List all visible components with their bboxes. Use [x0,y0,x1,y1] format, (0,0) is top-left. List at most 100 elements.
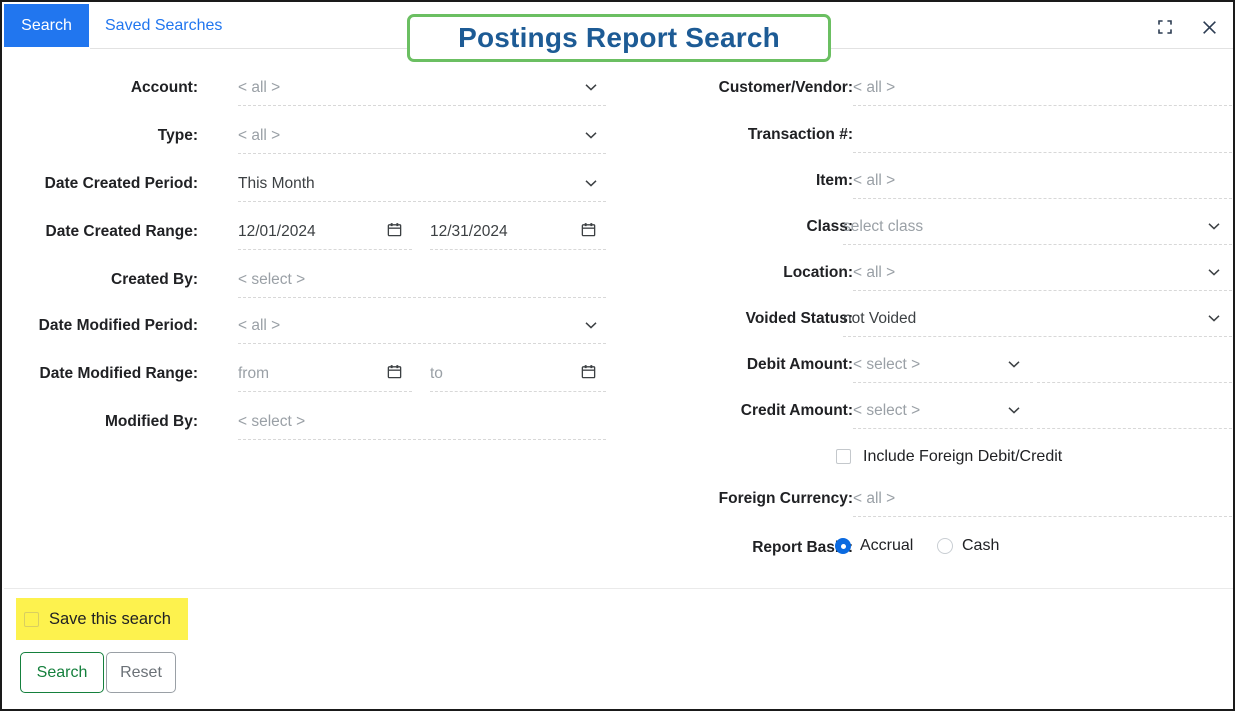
field-row-account: Account: < all > [2,76,622,120]
label-date-created-period: Date Created Period: [44,175,198,192]
field-row-include-foreign: Include Foreign Debit/Credit [622,448,1233,492]
calendar-icon[interactable] [580,363,598,381]
field-row-customer-vendor: Customer/Vendor: < all > [622,76,1233,120]
search-button[interactable]: Search [20,652,104,693]
value-customer-vendor: < all > [853,79,896,96]
calendar-icon[interactable] [386,363,404,381]
field-row-foreign-currency: Foreign Currency: < all > [622,487,1233,531]
chevron-down-icon[interactable] [582,78,600,96]
field-modified-by[interactable]: < select > [238,410,606,440]
chevron-down-icon[interactable] [1205,217,1223,235]
page-title: Postings Report Search [458,22,780,53]
chevron-down-icon[interactable] [582,126,600,144]
calendar-icon[interactable] [580,221,598,239]
label-created-by: Created By: [111,271,198,288]
close-icon[interactable] [1196,14,1222,40]
radio-cash[interactable] [937,538,953,554]
field-date-created-period[interactable]: This Month [238,172,606,202]
save-this-search-label: Save this search [49,609,171,628]
reset-button[interactable]: Reset [106,652,176,693]
chevron-down-icon[interactable] [1205,309,1223,327]
field-row-date-modified-range: Date Modified Range: from to [2,362,622,406]
field-row-modified-by: Modified By: < select > [2,410,622,454]
field-row-date-modified-period: Date Modified Period: < all > [2,314,622,358]
field-row-class: Class: select class [622,215,1233,259]
field-row-voided-status: Voided Status: not Voided [622,307,1233,351]
field-row-date-created-period: Date Created Period: This Month [2,172,622,216]
label-foreign-currency: Foreign Currency: [718,490,853,507]
value-type: < all > [238,127,281,144]
value-debit-amount-operator: < select > [853,356,921,373]
field-date-modified-from[interactable]: from [238,362,412,392]
save-this-search-row[interactable]: Save this search [16,598,188,640]
field-date-modified-to[interactable]: to [430,362,606,392]
field-item[interactable]: < all > [853,169,1233,199]
label-date-modified-period: Date Modified Period: [38,317,198,334]
field-date-modified-period[interactable]: < all > [238,314,606,344]
value-account: < all > [238,79,281,96]
label-type: Type: [157,127,198,144]
value-foreign-currency: < all > [853,490,896,507]
field-location[interactable]: < all > [853,261,1233,291]
field-voided-status[interactable]: not Voided [843,307,1233,337]
label-debit-amount: Debit Amount: [746,356,853,373]
label-transaction-number: Transaction #: [747,126,853,143]
save-this-search-checkbox[interactable] [24,611,39,627]
chevron-down-icon[interactable] [1005,355,1023,373]
radio-cash-label: Cash [962,537,1000,554]
label-date-created-range: Date Created Range: [45,223,198,240]
value-date-created-from: 12/01/2024 [238,223,316,240]
include-foreign-checkbox[interactable] [836,449,851,464]
field-row-report-basis: Report Basis: Accrual Cash [622,536,1233,580]
field-row-transaction-number: Transaction #: [622,123,1233,167]
field-date-created-from[interactable]: 12/01/2024 [238,220,412,250]
field-credit-amount-operator[interactable]: < select > [853,399,1033,429]
label-customer-vendor: Customer/Vendor: [718,79,853,96]
field-foreign-currency[interactable]: < all > [853,487,1233,517]
field-row-type: Type: < all > [2,124,622,168]
left-column: Account: < all > Type: < all > Date Crea… [2,50,622,587]
value-class: select class [843,218,924,235]
field-row-created-by: Created By: < select > [2,268,622,312]
postings-report-search-dialog: Search Saved Searches Postings Report Se… [0,0,1235,711]
field-row-debit-amount: Debit Amount: < select > [622,353,1233,397]
reset-button-label: Reset [120,663,162,681]
field-transaction-number[interactable] [853,123,1233,153]
value-location: < all > [853,264,896,281]
tab-search[interactable]: Search [4,4,89,47]
radio-accrual[interactable] [835,538,851,554]
field-credit-amount-value[interactable] [1037,399,1233,429]
label-modified-by: Modified By: [105,413,198,430]
tab-saved-searches[interactable]: Saved Searches [105,4,222,47]
chevron-down-icon[interactable] [1005,401,1023,419]
field-type[interactable]: < all > [238,124,606,154]
value-date-created-period: This Month [238,175,315,192]
field-debit-amount-value[interactable] [1037,353,1233,383]
search-form: Account: < all > Type: < all > Date Crea… [2,50,1233,587]
field-account[interactable]: < all > [238,76,606,106]
expand-icon[interactable] [1152,14,1178,40]
chevron-down-icon[interactable] [1205,263,1223,281]
value-item: < all > [853,172,896,189]
field-class[interactable]: select class [843,215,1233,245]
chevron-down-icon[interactable] [582,174,600,192]
field-date-created-to[interactable]: 12/31/2024 [430,220,606,250]
radio-accrual-label: Accrual [860,537,914,554]
value-voided-status: not Voided [843,310,917,327]
value-credit-amount-operator: < select > [853,402,921,419]
search-button-label: Search [36,663,88,681]
page-title-box: Postings Report Search [407,14,831,62]
chevron-down-icon[interactable] [582,316,600,334]
field-debit-amount-operator[interactable]: < select > [853,353,1033,383]
field-row-item: Item: < all > [622,169,1233,213]
label-item: Item: [815,172,853,189]
value-created-by: < select > [238,271,306,288]
calendar-icon[interactable] [386,221,404,239]
value-modified-by: < select > [238,413,306,430]
field-row-date-created-range: Date Created Range: 12/01/2024 12/31/202… [2,220,622,264]
label-location: Location: [783,264,853,281]
field-row-credit-amount: Credit Amount: < select > [622,399,1233,443]
label-date-modified-range: Date Modified Range: [39,365,198,382]
field-customer-vendor[interactable]: < all > [853,76,1233,106]
field-created-by[interactable]: < select > [238,268,606,298]
